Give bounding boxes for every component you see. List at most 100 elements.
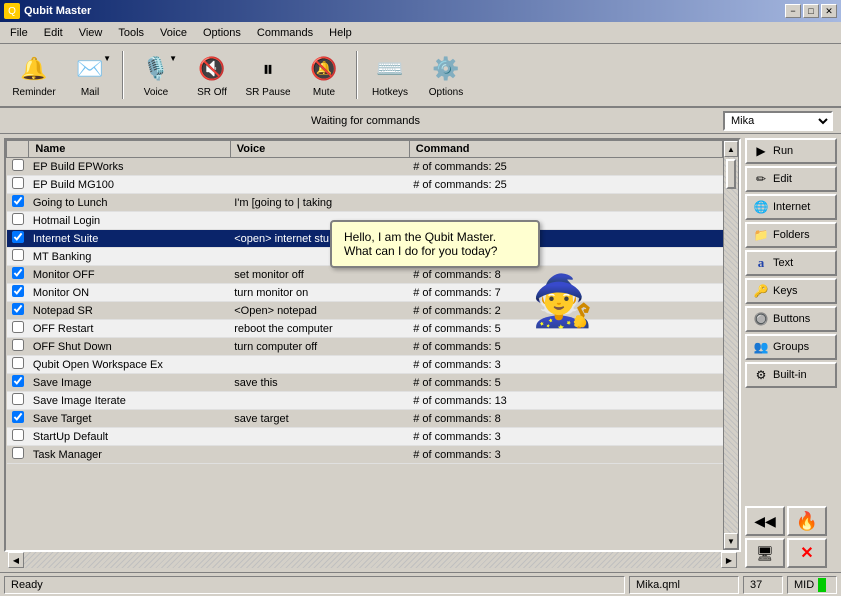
- table-row[interactable]: MT Banking# of commands: 7: [7, 248, 723, 266]
- row-name: StartUp Default: [29, 428, 230, 446]
- folders-button[interactable]: 📁 Folders: [745, 222, 837, 248]
- menu-options[interactable]: Options: [195, 25, 249, 41]
- row-checkbox-cell[interactable]: [7, 230, 29, 248]
- row-checkbox[interactable]: [12, 303, 24, 315]
- table-row[interactable]: Save Targetsave target# of commands: 8: [7, 410, 723, 428]
- table-row[interactable]: Save Image Iterate# of commands: 13: [7, 392, 723, 410]
- table-row[interactable]: Going to LunchI'm [going to | taking: [7, 194, 723, 212]
- row-checkbox[interactable]: [12, 177, 24, 189]
- row-checkbox-cell[interactable]: [7, 392, 29, 410]
- table-row[interactable]: Monitor ONturn monitor on# of commands: …: [7, 284, 723, 302]
- menu-tools[interactable]: Tools: [110, 25, 152, 41]
- table-row[interactable]: OFF Restartreboot the computer# of comma…: [7, 320, 723, 338]
- table-row[interactable]: Monitor OFFset monitor off# of commands:…: [7, 266, 723, 284]
- toolbar-voice[interactable]: 🎙️ Voice ▼: [130, 49, 182, 101]
- row-checkbox-cell[interactable]: [7, 374, 29, 392]
- screen-button[interactable]: 🖥: [745, 538, 785, 568]
- table-row[interactable]: Task Manager# of commands: 3: [7, 446, 723, 464]
- vertical-scrollbar[interactable]: ▲ ▼: [723, 140, 739, 550]
- table-row[interactable]: Qubit Open Workspace Ex# of commands: 3: [7, 356, 723, 374]
- row-checkbox-cell[interactable]: [7, 428, 29, 446]
- row-checkbox-cell[interactable]: [7, 212, 29, 230]
- row-checkbox-cell[interactable]: [7, 266, 29, 284]
- text-button[interactable]: a Text: [745, 250, 837, 276]
- row-checkbox-cell[interactable]: [7, 446, 29, 464]
- row-checkbox-cell[interactable]: [7, 338, 29, 356]
- table-row[interactable]: EP Build MG100# of commands: 25: [7, 176, 723, 194]
- row-checkbox[interactable]: [12, 159, 24, 171]
- row-checkbox-cell[interactable]: [7, 356, 29, 374]
- menu-commands[interactable]: Commands: [249, 25, 321, 41]
- row-checkbox[interactable]: [12, 411, 24, 423]
- row-checkbox[interactable]: [12, 375, 24, 387]
- built-in-button[interactable]: ⚙ Built-in: [745, 362, 837, 388]
- row-checkbox[interactable]: [12, 321, 24, 333]
- col-header-command: Command: [409, 141, 722, 158]
- row-checkbox-cell[interactable]: [7, 410, 29, 428]
- toolbar-reminder[interactable]: 🔔 Reminder: [8, 49, 60, 101]
- menu-voice[interactable]: Voice: [152, 25, 195, 41]
- row-checkbox[interactable]: [12, 231, 24, 243]
- row-checkbox-cell[interactable]: [7, 284, 29, 302]
- close-button[interactable]: ✕: [821, 4, 837, 18]
- menu-file[interactable]: File: [2, 25, 36, 41]
- scroll-up-button[interactable]: ▲: [724, 141, 738, 157]
- row-checkbox-cell[interactable]: [7, 248, 29, 266]
- row-checkbox-cell[interactable]: [7, 302, 29, 320]
- run-button[interactable]: ▶ Run: [745, 138, 837, 164]
- title-bar-left: Q Qubit Master: [4, 3, 91, 19]
- menu-help[interactable]: Help: [321, 25, 360, 41]
- horizontal-scrollbar[interactable]: ◀ ▶: [8, 552, 737, 568]
- status-count: 37: [743, 576, 783, 594]
- row-checkbox[interactable]: [12, 429, 24, 441]
- scroll-left-button[interactable]: ◀: [8, 552, 24, 568]
- row-checkbox[interactable]: [12, 357, 24, 369]
- toolbar-mail[interactable]: ✉️ Mail ▼: [64, 49, 116, 101]
- row-checkbox[interactable]: [12, 213, 24, 225]
- row-command: # of commands: 7: [409, 284, 722, 302]
- edit-button[interactable]: ✏ Edit: [745, 166, 837, 192]
- row-checkbox[interactable]: [12, 249, 24, 261]
- profile-dropdown[interactable]: Mika: [723, 111, 833, 131]
- row-checkbox-cell[interactable]: [7, 176, 29, 194]
- mail-dropdown-arrow[interactable]: ▼: [103, 54, 111, 63]
- minimize-button[interactable]: −: [785, 4, 801, 18]
- toolbar-hotkeys[interactable]: ⌨️ Hotkeys: [364, 49, 416, 101]
- row-checkbox-cell[interactable]: [7, 194, 29, 212]
- toolbar-mute[interactable]: 🔕 Mute: [298, 49, 350, 101]
- toolbar-sr-off[interactable]: 🔇 SR Off: [186, 49, 238, 101]
- keys-button[interactable]: 🔑 Keys: [745, 278, 837, 304]
- table-row[interactable]: EP Build EPWorks# of commands: 25: [7, 158, 723, 176]
- toolbar-options[interactable]: ⚙️ Options: [420, 49, 472, 101]
- row-checkbox[interactable]: [12, 447, 24, 459]
- row-checkbox[interactable]: [12, 285, 24, 297]
- table-scroll[interactable]: Name Voice Command EP Build EPWorks# of …: [6, 140, 723, 550]
- buttons-button[interactable]: 🔘 Buttons: [745, 306, 837, 332]
- voice-dropdown-arrow[interactable]: ▼: [169, 54, 177, 63]
- table-row[interactable]: Save Imagesave this# of commands: 5: [7, 374, 723, 392]
- scroll-right-button[interactable]: ▶: [721, 552, 737, 568]
- maximize-button[interactable]: □: [803, 4, 819, 18]
- row-checkbox[interactable]: [12, 195, 24, 207]
- row-checkbox[interactable]: [12, 267, 24, 279]
- table-row[interactable]: OFF Shut Downturn computer off# of comma…: [7, 338, 723, 356]
- back-button[interactable]: ◀◀: [745, 506, 785, 536]
- menu-edit[interactable]: Edit: [36, 25, 71, 41]
- delete-button[interactable]: ✕: [787, 538, 827, 568]
- table-row[interactable]: Internet Suite<open> internet stu: [7, 230, 723, 248]
- table-row[interactable]: Hotmail Login: [7, 212, 723, 230]
- fire-button[interactable]: 🔥: [787, 506, 827, 536]
- row-checkbox[interactable]: [12, 393, 24, 405]
- row-checkbox-cell[interactable]: [7, 158, 29, 176]
- toolbar-sr-pause[interactable]: ⏸ SR Pause: [242, 49, 294, 101]
- table-row[interactable]: Notepad SR<Open> notepad# of commands: 2: [7, 302, 723, 320]
- row-checkbox-cell[interactable]: [7, 320, 29, 338]
- menu-view[interactable]: View: [71, 25, 111, 41]
- profile-select[interactable]: Mika: [723, 111, 833, 131]
- row-checkbox[interactable]: [12, 339, 24, 351]
- scroll-down-button[interactable]: ▼: [724, 533, 738, 549]
- scroll-thumb[interactable]: [726, 159, 736, 189]
- groups-button[interactable]: 👥 Groups: [745, 334, 837, 360]
- internet-button[interactable]: 🌐 Internet: [745, 194, 837, 220]
- table-row[interactable]: StartUp Default# of commands: 3: [7, 428, 723, 446]
